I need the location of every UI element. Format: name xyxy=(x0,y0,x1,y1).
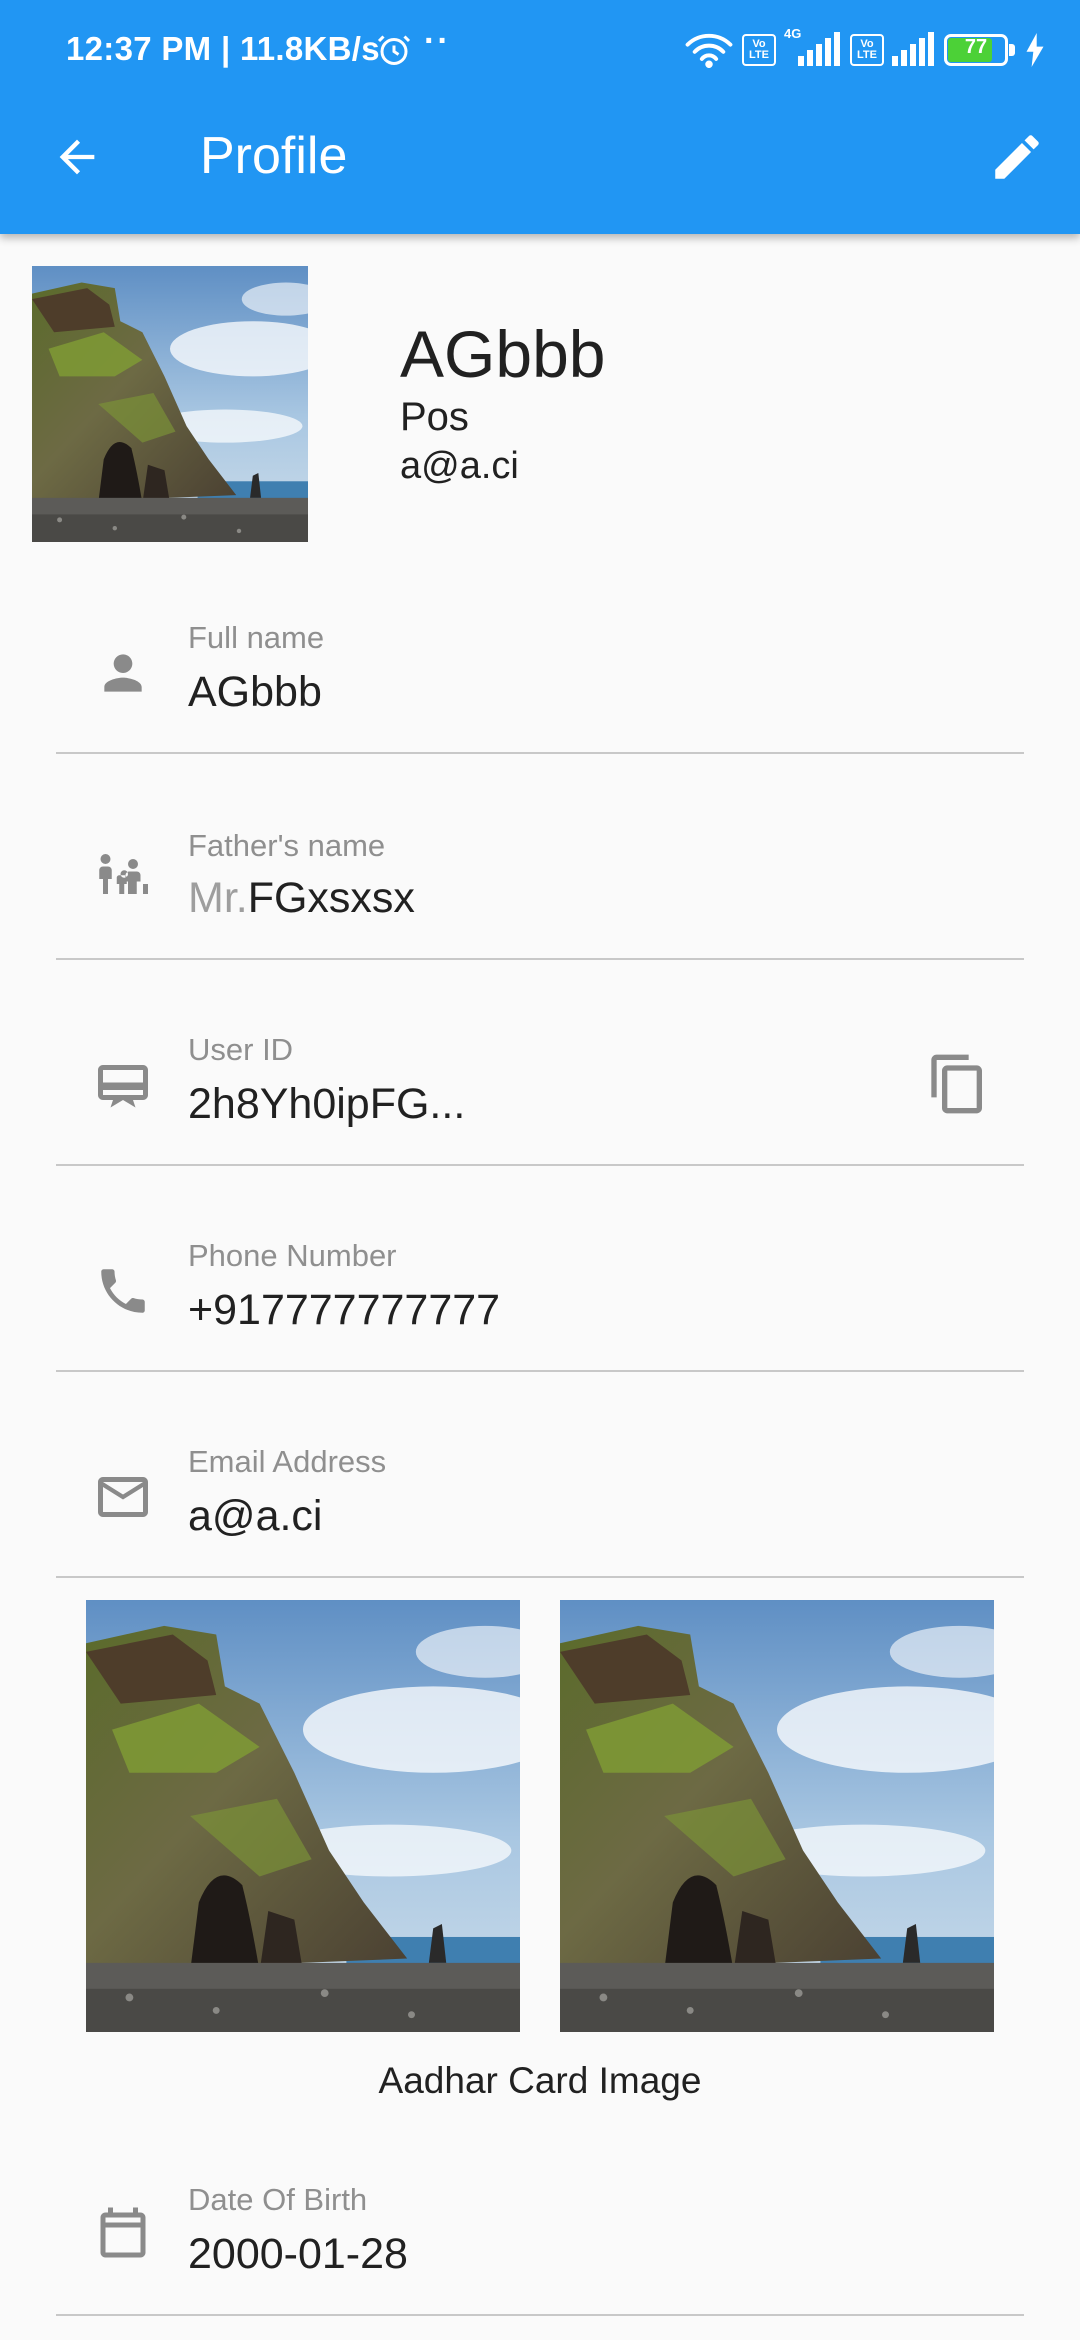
phone-field: Phone Number +917777777777 xyxy=(56,1166,1024,1372)
signal-icon-2 xyxy=(892,32,936,68)
alarm-icon xyxy=(376,32,412,73)
email-label: Email Address xyxy=(188,1444,387,1479)
profile-email: a@a.ci xyxy=(400,445,519,487)
back-button[interactable] xyxy=(44,124,110,190)
phone-icon xyxy=(90,1258,156,1324)
aadhar-back-image[interactable] xyxy=(560,1600,994,2032)
volte-label: Vo LTE xyxy=(749,38,769,61)
charging-icon xyxy=(1024,33,1046,67)
wifi-icon xyxy=(684,32,734,68)
profile-photo[interactable] xyxy=(32,266,308,542)
family-icon xyxy=(90,846,156,912)
person-icon xyxy=(90,640,156,706)
dob-value: 2000-01-28 xyxy=(188,2230,408,2278)
mail-icon xyxy=(90,1464,156,1530)
profile-position: Pos xyxy=(400,395,469,439)
profile-name: AGbbb xyxy=(400,317,606,391)
id-card-icon xyxy=(90,1052,156,1118)
status-bar: 12:37 PM | 11.8KB/s ·· Vo LTE 4G Vo LTE … xyxy=(0,0,1080,100)
father-name-value-line: Mr.FGxsxsx xyxy=(188,874,415,923)
father-name-value: FGxsxsx xyxy=(247,874,415,922)
volte-label-2: Vo LTE xyxy=(857,38,877,61)
full-name-value: AGbbb xyxy=(188,668,322,716)
battery-icon: 77 xyxy=(944,34,1016,66)
copy-button[interactable] xyxy=(922,1048,994,1120)
user-id-field: User ID 2h8Yh0ipFG... xyxy=(56,960,1024,1166)
email-field: Email Address a@a.ci xyxy=(56,1372,1024,1578)
copy-icon xyxy=(931,1054,982,1114)
status-overflow-dots: ·· xyxy=(424,22,451,60)
father-name-label: Father's name xyxy=(188,828,386,863)
user-id-value: 2h8Yh0ipFG... xyxy=(188,1080,466,1128)
arrow-back-icon xyxy=(59,139,95,175)
full-name-field: Full name AGbbb xyxy=(56,548,1024,754)
volte-icon-2: Vo LTE xyxy=(850,34,884,66)
full-name-label: Full name xyxy=(188,620,325,655)
dob-field: Date Of Birth 2000-01-28 xyxy=(56,2110,1024,2316)
volte-icon: Vo LTE xyxy=(742,34,776,66)
aadhar-caption: Aadhar Card Image xyxy=(378,2060,702,2101)
status-time: 12:37 PM | 11.8KB/s xyxy=(66,30,380,67)
aadhar-front-image[interactable] xyxy=(86,1600,520,2032)
battery-level: 77 xyxy=(964,36,988,58)
father-name-prefix: Mr. xyxy=(188,874,248,922)
signal-icon: 4G xyxy=(784,26,842,68)
page-title: Profile xyxy=(200,127,348,185)
phone-value: +917777777777 xyxy=(188,1286,501,1334)
phone-label: Phone Number xyxy=(188,1238,397,1273)
user-id-label: User ID xyxy=(188,1032,294,1067)
calendar-icon xyxy=(90,2202,156,2268)
email-value: a@a.ci xyxy=(188,1492,323,1540)
edit-button[interactable] xyxy=(982,122,1052,192)
father-name-field: Father's name Mr.FGxsxsx xyxy=(56,754,1024,960)
app-bar: 12:37 PM | 11.8KB/s ·· Vo LTE 4G Vo LTE … xyxy=(0,0,1080,234)
dob-label: Date Of Birth xyxy=(188,2182,368,2217)
pencil-icon xyxy=(995,135,1039,179)
